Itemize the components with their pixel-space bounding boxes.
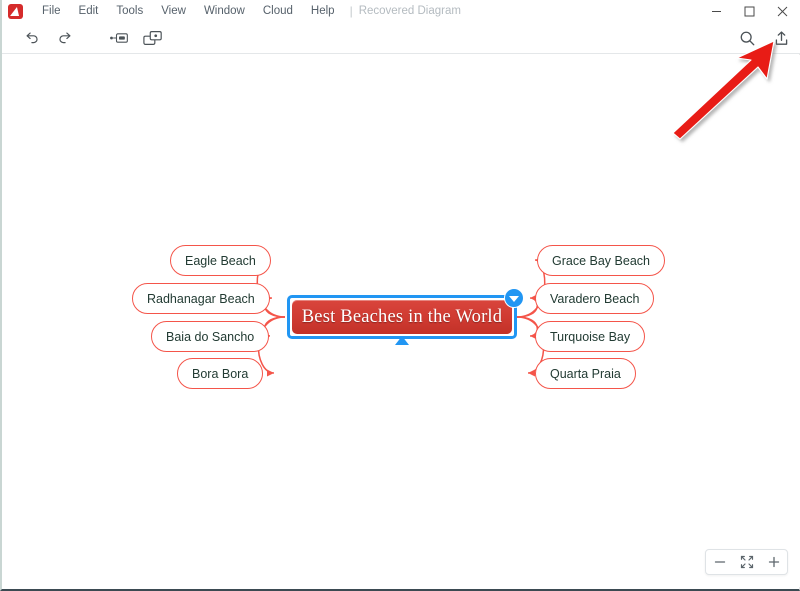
topic-node-label: Bora Bora	[192, 366, 249, 381]
topic-node-turquoise-bay[interactable]: Turquoise Bay	[535, 321, 646, 352]
title-separator: |	[349, 4, 353, 18]
share-upload-icon	[775, 30, 787, 45]
insert-topic-button[interactable]	[104, 25, 134, 51]
menu-item-view[interactable]: View	[152, 3, 195, 19]
topic-node-bora-bora[interactable]: Bora Bora	[177, 358, 264, 389]
zoom-controls	[705, 549, 788, 575]
redo-arrow-icon	[58, 32, 71, 44]
topic-node-label: Grace Bay Beach	[552, 253, 650, 268]
collapse-chevron-icon[interactable]	[504, 288, 524, 308]
search-button[interactable]	[732, 25, 762, 51]
maximize-icon	[744, 6, 755, 16]
redo-button[interactable]	[50, 25, 80, 51]
minus-icon	[714, 561, 725, 563]
menu-item-file[interactable]: File	[33, 3, 70, 19]
zoom-out-button[interactable]	[706, 550, 733, 574]
zoom-in-button[interactable]	[760, 550, 787, 574]
minimize-icon	[712, 10, 721, 12]
topic-node-grace-bay-beach[interactable]: Grace Bay Beach	[537, 245, 665, 276]
menu-item-help[interactable]: Help	[302, 3, 344, 19]
topic-node-label: Quarta Praia	[550, 366, 621, 381]
diagram-canvas[interactable]: Eagle Beach Radhanagar Beach Baia do San…	[4, 55, 800, 587]
central-topic-fill: Best Beaches in the World	[292, 300, 512, 334]
topic-node-quarta-praia[interactable]: Quarta Praia	[535, 358, 636, 389]
window-controls	[700, 0, 799, 22]
topic-node-eagle-beach[interactable]: Eagle Beach	[170, 245, 271, 276]
fit-screen-icon	[740, 555, 753, 569]
application-window: File Edit Tools View Window Cloud Help |…	[0, 0, 800, 591]
topic-node-label: Turquoise Bay	[550, 329, 631, 344]
mind-map: Eagle Beach Radhanagar Beach Baia do San…	[4, 55, 800, 587]
insert-subtopic-button[interactable]	[138, 25, 168, 51]
menu-item-edit[interactable]: Edit	[70, 3, 108, 19]
topic-node-radhanagar-beach[interactable]: Radhanagar Beach	[132, 283, 270, 314]
fit-to-screen-button[interactable]	[733, 550, 760, 574]
central-topic-label: Best Beaches in the World	[301, 306, 503, 327]
insert-subtopic-icon	[143, 30, 162, 45]
document-title: Recovered Diagram	[358, 5, 461, 17]
close-button[interactable]	[766, 0, 799, 22]
minimize-button[interactable]	[700, 0, 733, 22]
menu-bar: File Edit Tools View Window Cloud Help |…	[2, 0, 800, 22]
undo-button[interactable]	[16, 25, 46, 51]
topic-node-label: Radhanagar Beach	[147, 291, 255, 306]
share-export-button[interactable]	[766, 25, 796, 51]
toolbar	[2, 22, 800, 54]
menu-item-tools[interactable]: Tools	[107, 3, 152, 19]
menu-item-cloud[interactable]: Cloud	[254, 3, 302, 19]
app-logo-icon	[8, 3, 23, 19]
insert-topic-icon	[110, 32, 128, 43]
plus-icon	[768, 556, 779, 568]
topic-node-label: Baia do Sancho	[166, 329, 255, 344]
topic-node-varadero-beach[interactable]: Varadero Beach	[535, 283, 655, 314]
search-icon	[740, 31, 754, 45]
topic-node-label: Varadero Beach	[550, 291, 640, 306]
maximize-button[interactable]	[733, 0, 766, 22]
selection-handle-bottom[interactable]	[395, 336, 409, 345]
undo-arrow-icon	[25, 32, 38, 44]
menu-item-window[interactable]: Window	[195, 3, 254, 19]
central-topic-node[interactable]: Best Beaches in the World	[287, 288, 524, 345]
toolbar-right-group	[730, 22, 798, 54]
topic-node-baia-do-sancho[interactable]: Baia do Sancho	[151, 321, 270, 352]
close-icon	[777, 6, 788, 16]
topic-node-label: Eagle Beach	[185, 253, 256, 268]
